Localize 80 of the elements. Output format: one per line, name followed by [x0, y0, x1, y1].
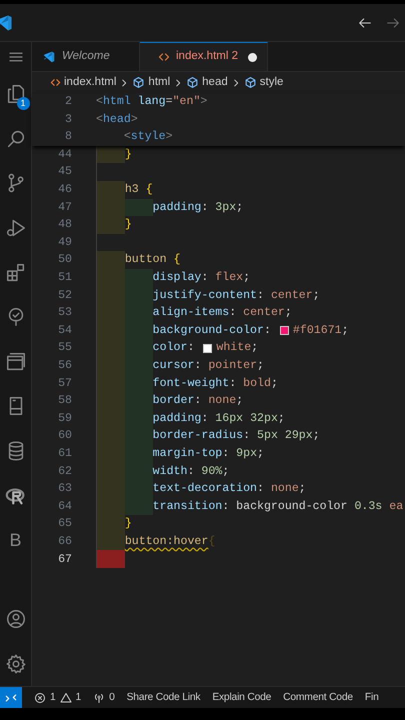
- warning-icon: [60, 692, 72, 704]
- status-item[interactable]: Explain Code: [212, 690, 272, 706]
- cube-icon: [244, 76, 257, 89]
- letter-icon[interactable]: B: [9, 526, 22, 554]
- line-number: 66: [57, 534, 72, 550]
- code-text: cursor: pointer;: [152, 358, 264, 374]
- line-number: 48: [57, 217, 72, 234]
- code-text: padding: 3px;: [152, 200, 244, 216]
- account-icon[interactable]: [4, 608, 26, 630]
- line-number: 58: [57, 393, 72, 410]
- cube-icon: [132, 76, 146, 89]
- code-text: padding: 16px 32px;: [152, 410, 285, 427]
- line-number: 67: [57, 552, 72, 568]
- code-text: margin-top: 9px;: [152, 446, 264, 462]
- code-text: justify-content: center;: [152, 288, 320, 304]
- line-number: 47: [57, 200, 72, 216]
- count-badge: 1: [16, 96, 30, 110]
- code-brackets-icon: [158, 51, 170, 63]
- line-number: 51: [57, 270, 72, 286]
- window-icon[interactable]: [4, 350, 26, 373]
- code-text: <head>: [96, 112, 138, 128]
- line-number: 2: [64, 94, 72, 110]
- line-number: 57: [57, 376, 72, 392]
- problems-status[interactable]: 1 1: [34, 690, 82, 706]
- line-number: 59: [57, 410, 72, 427]
- code-text: align-items: center;: [152, 305, 292, 322]
- broadcast-icon: [93, 692, 106, 704]
- code-text: button {: [124, 252, 180, 268]
- line-number: 53: [57, 305, 72, 322]
- code-text: background-color: #f01671;: [152, 322, 349, 339]
- error-icon: [34, 692, 46, 704]
- line-number: 44: [57, 146, 72, 163]
- line-number: 50: [57, 252, 72, 268]
- code-text: width: 90%;: [152, 464, 230, 480]
- line-number: 3: [64, 112, 72, 128]
- cube-icon: [186, 76, 200, 89]
- editor-tab[interactable]: index.html 2: [140, 42, 268, 71]
- line-number: 65: [57, 516, 72, 532]
- line-number: 56: [57, 358, 72, 374]
- breadcrumb-item[interactable]: html: [148, 74, 170, 92]
- code-text: <html lang="en">: [96, 94, 208, 110]
- ports-status[interactable]: 0: [93, 690, 115, 706]
- code-text: h3 {: [124, 182, 153, 198]
- settings-icon[interactable]: [4, 652, 26, 675]
- line-number: 61: [57, 446, 72, 462]
- code-text: }: [124, 516, 132, 532]
- line-number: 64: [57, 498, 72, 515]
- line-number: 46: [57, 182, 72, 198]
- breadcrumb-item[interactable]: index.html: [64, 74, 116, 92]
- code-text: }: [124, 217, 132, 234]
- line-number: 8: [64, 129, 72, 146]
- code-text: font-weight: bold;: [152, 376, 278, 392]
- app-logo-icon: [0, 12, 14, 32]
- code-text: transition: background-color 0.3s ea: [152, 498, 404, 515]
- status-item[interactable]: Share Code Link: [126, 690, 200, 706]
- code-text: text-decoration: none;: [152, 481, 306, 498]
- line-number: 54: [57, 322, 72, 339]
- code-text: <style>: [124, 129, 173, 146]
- code-text: button:hover{: [124, 534, 216, 550]
- line-number: 60: [57, 428, 72, 444]
- status-item[interactable]: Comment Code: [283, 690, 353, 706]
- status-item[interactable]: Fin: [364, 690, 379, 706]
- tab-label: Welcome: [62, 48, 110, 64]
- code-text: border: none;: [152, 393, 244, 410]
- breadcrumb-item[interactable]: style: [260, 74, 284, 92]
- line-number: 55: [57, 340, 72, 356]
- line-number: 63: [57, 481, 72, 498]
- code-text: border-radius: 5px 29px;: [152, 428, 320, 444]
- code-brackets-icon: [50, 77, 61, 88]
- code-text: display: flex;: [152, 270, 250, 286]
- blocks-icon[interactable]: [4, 262, 26, 284]
- code-text: }: [124, 146, 132, 163]
- app-logo-icon: [42, 50, 56, 64]
- line-number: 45: [57, 164, 72, 180]
- line-number: 49: [57, 234, 72, 251]
- line-number: 62: [57, 464, 72, 480]
- code-text: color: white;: [152, 340, 258, 356]
- line-number: 52: [57, 288, 72, 304]
- remote-button[interactable]: [0, 687, 22, 708]
- breadcrumb-item[interactable]: head: [202, 74, 228, 92]
